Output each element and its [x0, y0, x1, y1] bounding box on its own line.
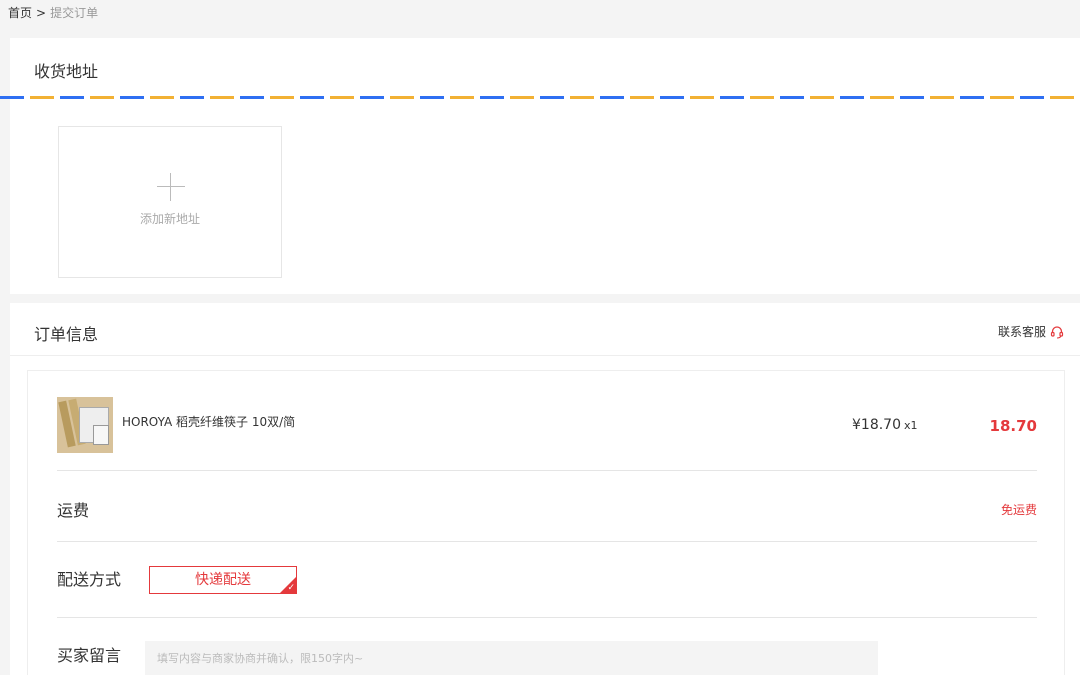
breadcrumb: 首页 > 提交订单 — [8, 4, 98, 21]
address-divider-stripe — [0, 96, 1080, 99]
checkmark-icon: ✓ — [287, 583, 295, 593]
headset-icon — [1050, 325, 1064, 339]
order-section: 订单信息 联系客服 HOROYA 稻壳纤维筷子 10双/简 ¥18.70 x1 1… — [10, 303, 1080, 675]
delivery-option-express[interactable]: 快递配送 ✓ — [149, 566, 297, 594]
buyer-message-input[interactable] — [145, 641, 878, 675]
order-detail-panel: HOROYA 稻壳纤维筷子 10双/简 ¥18.70 x1 18.70 运费 免运… — [27, 370, 1065, 675]
order-header-divider — [10, 355, 1080, 356]
contact-service-link[interactable]: 联系客服 — [998, 323, 1064, 340]
plus-icon — [157, 173, 185, 201]
product-price: ¥18.70 x1 — [852, 417, 918, 433]
product-thumbnail[interactable] — [57, 397, 113, 453]
product-row: HOROYA 稻壳纤维筷子 10双/简 ¥18.70 x1 18.70 — [57, 397, 1037, 471]
buyer-message-row: 买家留言 — [57, 618, 1037, 675]
product-unit-price: ¥18.70 — [852, 417, 901, 433]
breadcrumb-separator: > — [36, 6, 47, 20]
product-subtotal: 18.70 — [989, 417, 1037, 435]
add-address-label: 添加新地址 — [139, 212, 200, 226]
breadcrumb-current: 提交订单 — [50, 6, 99, 20]
shipping-fee-row: 运费 免运费 — [57, 471, 1037, 542]
product-name[interactable]: HOROYA 稻壳纤维筷子 10双/简 — [122, 413, 295, 430]
address-section: 收货地址 添加新地址 — [0, 38, 1080, 294]
shipping-fee-value: 免运费 — [1000, 503, 1037, 517]
delivery-option-label: 快递配送 — [195, 572, 251, 588]
address-section-title: 收货地址 — [34, 62, 99, 81]
order-section-title: 订单信息 — [34, 325, 99, 344]
buyer-message-label: 买家留言 — [57, 646, 122, 665]
contact-service-label: 联系客服 — [997, 325, 1046, 339]
delivery-method-label: 配送方式 — [57, 570, 122, 589]
add-address-button[interactable]: 添加新地址 — [58, 126, 282, 278]
shipping-fee-label: 运费 — [57, 501, 90, 520]
product-quantity: x1 — [904, 419, 918, 432]
breadcrumb-home-link[interactable]: 首页 — [8, 6, 32, 20]
delivery-method-row: 配送方式 快递配送 ✓ — [57, 542, 1037, 618]
